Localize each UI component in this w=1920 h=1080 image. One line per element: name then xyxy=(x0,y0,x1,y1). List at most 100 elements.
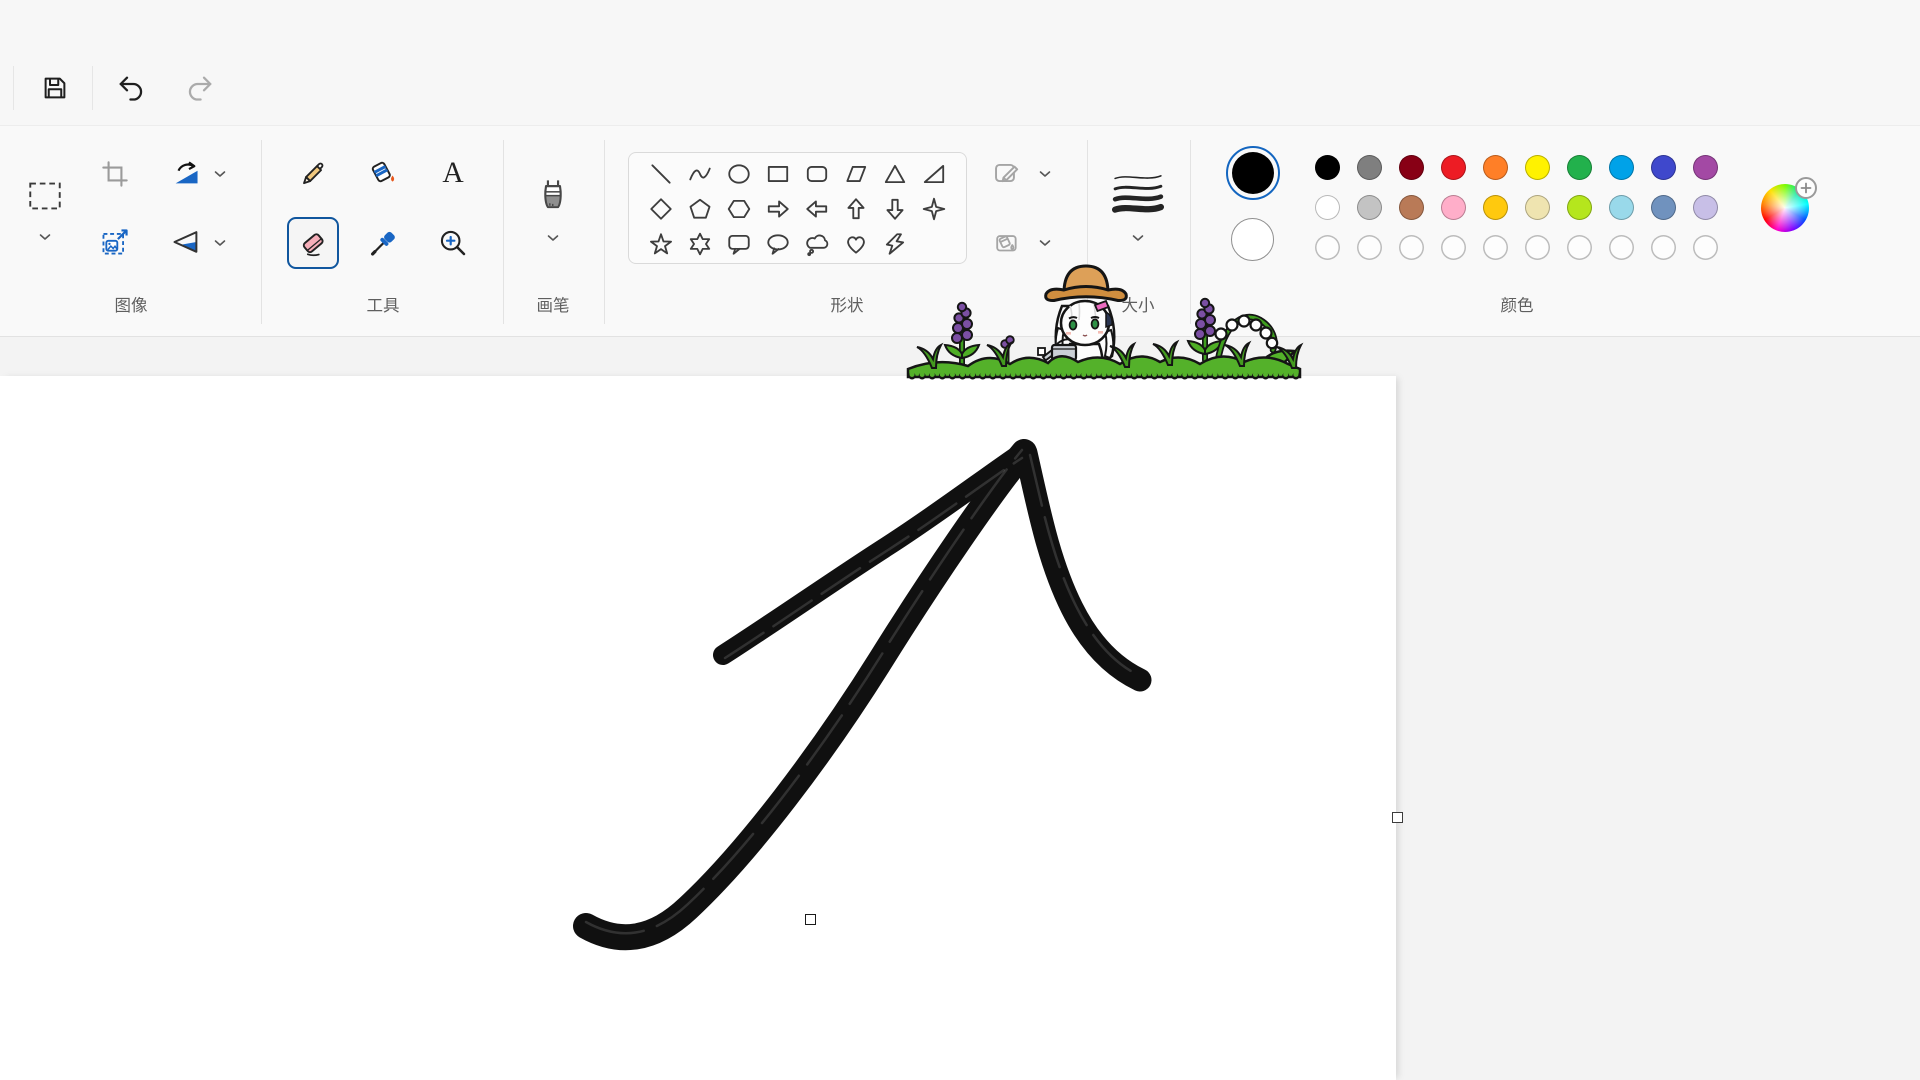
shape-rectangle-button[interactable] xyxy=(758,156,797,191)
shape-outline-dropdown-button[interactable] xyxy=(1039,165,1051,183)
color-swatch-empty[interactable] xyxy=(1483,235,1508,260)
stroke-size-dropdown-button[interactable] xyxy=(1132,229,1144,247)
flip-dropdown-button[interactable] xyxy=(214,234,226,252)
canvas-resize-handle[interactable] xyxy=(805,914,816,925)
shape-pentagon-button[interactable] xyxy=(680,191,719,226)
shape-star-6-button[interactable] xyxy=(680,226,719,261)
shape-arrow-right-button[interactable] xyxy=(758,191,797,226)
rotate-dropdown-button[interactable] xyxy=(214,165,226,183)
shape-rounded-rectangle-button[interactable] xyxy=(798,156,837,191)
color-swatch-empty[interactable] xyxy=(1567,235,1592,260)
color-swatch-white[interactable] xyxy=(1315,195,1340,220)
foreground-color-swatch[interactable] xyxy=(1226,146,1280,200)
color-swatch-light-yellow[interactable] xyxy=(1525,195,1550,220)
rotate-button[interactable] xyxy=(171,158,201,188)
color-swatch-yellow[interactable] xyxy=(1525,155,1550,180)
lavender-stalk-left xyxy=(945,303,979,364)
shape-thought-cloud-button[interactable] xyxy=(798,226,837,261)
shape-heart-button[interactable] xyxy=(837,226,876,261)
shape-diamond-button[interactable] xyxy=(641,191,680,226)
color-swatch-gold[interactable] xyxy=(1483,195,1508,220)
pencil-tool-button[interactable] xyxy=(298,158,328,188)
color-swatch-light-gray[interactable] xyxy=(1357,195,1382,220)
pentagon-icon xyxy=(687,196,713,222)
shape-speech-oval-button[interactable] xyxy=(758,226,797,261)
shape-arrow-down-button[interactable] xyxy=(876,191,915,226)
shape-ellipse-button[interactable] xyxy=(719,156,758,191)
chevron-down-icon xyxy=(1039,170,1051,178)
shape-hexagon-button[interactable] xyxy=(719,191,758,226)
crop-button[interactable] xyxy=(101,160,129,188)
color-swatch-black[interactable] xyxy=(1315,155,1340,180)
text-tool-button[interactable]: A xyxy=(437,157,469,189)
fill-tool-button[interactable] xyxy=(368,158,398,188)
color-swatch-empty[interactable] xyxy=(1651,235,1676,260)
color-swatch-empty[interactable] xyxy=(1357,235,1382,260)
magnifier-tool-button[interactable] xyxy=(438,228,468,258)
shape-right-triangle-button[interactable] xyxy=(915,156,954,191)
color-swatch-green[interactable] xyxy=(1567,155,1592,180)
redo-button[interactable] xyxy=(184,72,216,104)
thought-cloud-icon xyxy=(804,231,830,257)
chevron-down-icon xyxy=(214,239,226,247)
star-5-icon xyxy=(648,231,674,257)
shape-arrow-left-button[interactable] xyxy=(798,191,837,226)
eraser-icon xyxy=(298,228,328,258)
canvas-resize-handle-right[interactable] xyxy=(1392,812,1403,823)
heart-icon xyxy=(843,231,869,257)
divider xyxy=(503,140,504,324)
rectangle-select-button[interactable] xyxy=(28,181,62,211)
eraser-tool-button[interactable] xyxy=(298,228,328,258)
triangle-icon xyxy=(882,161,908,187)
shape-curve-button[interactable] xyxy=(680,156,719,191)
save-button[interactable] xyxy=(40,73,70,103)
shape-line-button[interactable] xyxy=(641,156,680,191)
shape-star-4-button[interactable] xyxy=(915,191,954,226)
title-and-quick-access-bar xyxy=(0,0,1920,125)
shape-arrow-up-button[interactable] xyxy=(837,191,876,226)
color-swatch-empty[interactable] xyxy=(1609,235,1634,260)
shape-triangle-button[interactable] xyxy=(876,156,915,191)
color-swatch-empty[interactable] xyxy=(1441,235,1466,260)
shape-star-5-button[interactable] xyxy=(641,226,680,261)
hexagon-icon xyxy=(726,196,752,222)
color-swatch-blue-gray[interactable] xyxy=(1651,195,1676,220)
color-swatch-empty[interactable] xyxy=(1399,235,1424,260)
shape-fill-dropdown-button[interactable] xyxy=(1039,234,1051,252)
select-dropdown-button[interactable] xyxy=(39,228,51,246)
color-swatch-light-turquoise[interactable] xyxy=(1609,195,1634,220)
resize-button[interactable] xyxy=(100,227,130,257)
color-swatch-brown[interactable] xyxy=(1399,195,1424,220)
add-color-plus-icon xyxy=(1795,177,1817,199)
color-swatch-empty[interactable] xyxy=(1525,235,1550,260)
brush-drawing xyxy=(0,376,1396,1080)
color-swatch-indigo[interactable] xyxy=(1651,155,1676,180)
color-swatch-red[interactable] xyxy=(1441,155,1466,180)
color-swatch-lime[interactable] xyxy=(1567,195,1592,220)
color-swatch-dark-red[interactable] xyxy=(1399,155,1424,180)
undo-icon xyxy=(115,72,147,104)
color-swatch-turquoise[interactable] xyxy=(1609,155,1634,180)
undo-button[interactable] xyxy=(115,72,147,104)
color-swatch-empty[interactable] xyxy=(1315,235,1340,260)
stroke-size-button[interactable] xyxy=(1112,170,1164,216)
color-swatch-rose[interactable] xyxy=(1441,195,1466,220)
color-swatch-orange[interactable] xyxy=(1483,155,1508,180)
color-swatch-purple[interactable] xyxy=(1693,155,1718,180)
flip-button[interactable] xyxy=(171,227,201,257)
brushes-dropdown-button[interactable] xyxy=(547,229,559,247)
brushes-button[interactable] xyxy=(534,175,572,215)
shape-outline-button[interactable] xyxy=(992,158,1022,188)
color-picker-tool-button[interactable] xyxy=(368,228,398,258)
straw-hat-girl xyxy=(1043,266,1126,370)
straw-hat xyxy=(1046,266,1127,301)
crop-icon xyxy=(101,160,129,188)
shape-polygon-button[interactable] xyxy=(837,156,876,191)
rounded-rectangle-icon xyxy=(804,161,830,187)
desktop-pet-overlay xyxy=(905,254,1305,380)
shape-speech-rounded-button[interactable] xyxy=(719,226,758,261)
color-swatch-empty[interactable] xyxy=(1693,235,1718,260)
divider xyxy=(13,66,14,110)
color-swatch-gray[interactable] xyxy=(1357,155,1382,180)
color-swatch-lavender[interactable] xyxy=(1693,195,1718,220)
